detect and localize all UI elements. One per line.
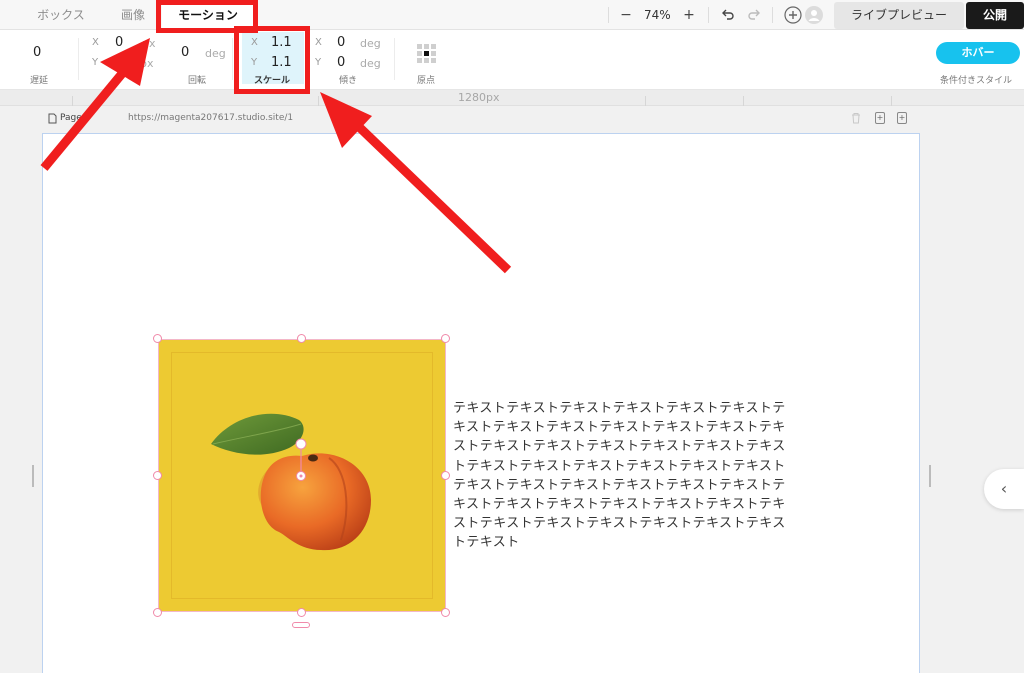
annotation-arrows <box>40 38 512 274</box>
annotation-arrow-to-scale <box>320 92 512 274</box>
annotation-arrow-to-tab <box>40 38 150 171</box>
